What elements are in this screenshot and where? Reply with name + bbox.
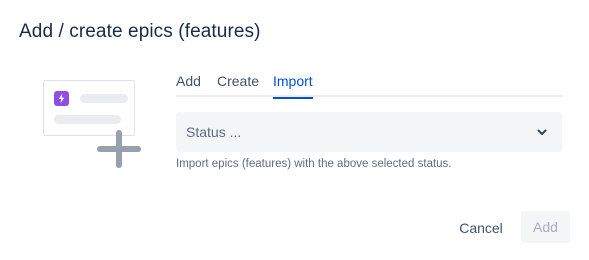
- chevron-down-icon: [536, 125, 548, 137]
- tab-import[interactable]: Import: [273, 73, 313, 99]
- tab-create[interactable]: Create: [217, 73, 259, 97]
- placeholder-line: [80, 94, 128, 103]
- status-select[interactable]: Status ...: [176, 112, 562, 152]
- bolt-icon: [54, 91, 69, 106]
- status-helper-text: Import epics (features) with the above s…: [176, 158, 452, 170]
- tab-add[interactable]: Add: [176, 73, 201, 97]
- placeholder-line: [54, 115, 121, 124]
- status-select-placeholder: Status ...: [186, 124, 242, 140]
- illustration-card: [43, 80, 135, 136]
- plus-icon: [97, 146, 141, 152]
- add-button[interactable]: Add: [521, 211, 570, 243]
- dialog-title: Add / create epics (features): [19, 21, 261, 42]
- tab-bar: Add Create Import: [176, 70, 562, 99]
- add-epics-dialog: Add / create epics (features) Add Create…: [0, 0, 589, 260]
- cancel-button[interactable]: Cancel: [452, 212, 510, 244]
- epic-illustration: [40, 78, 146, 172]
